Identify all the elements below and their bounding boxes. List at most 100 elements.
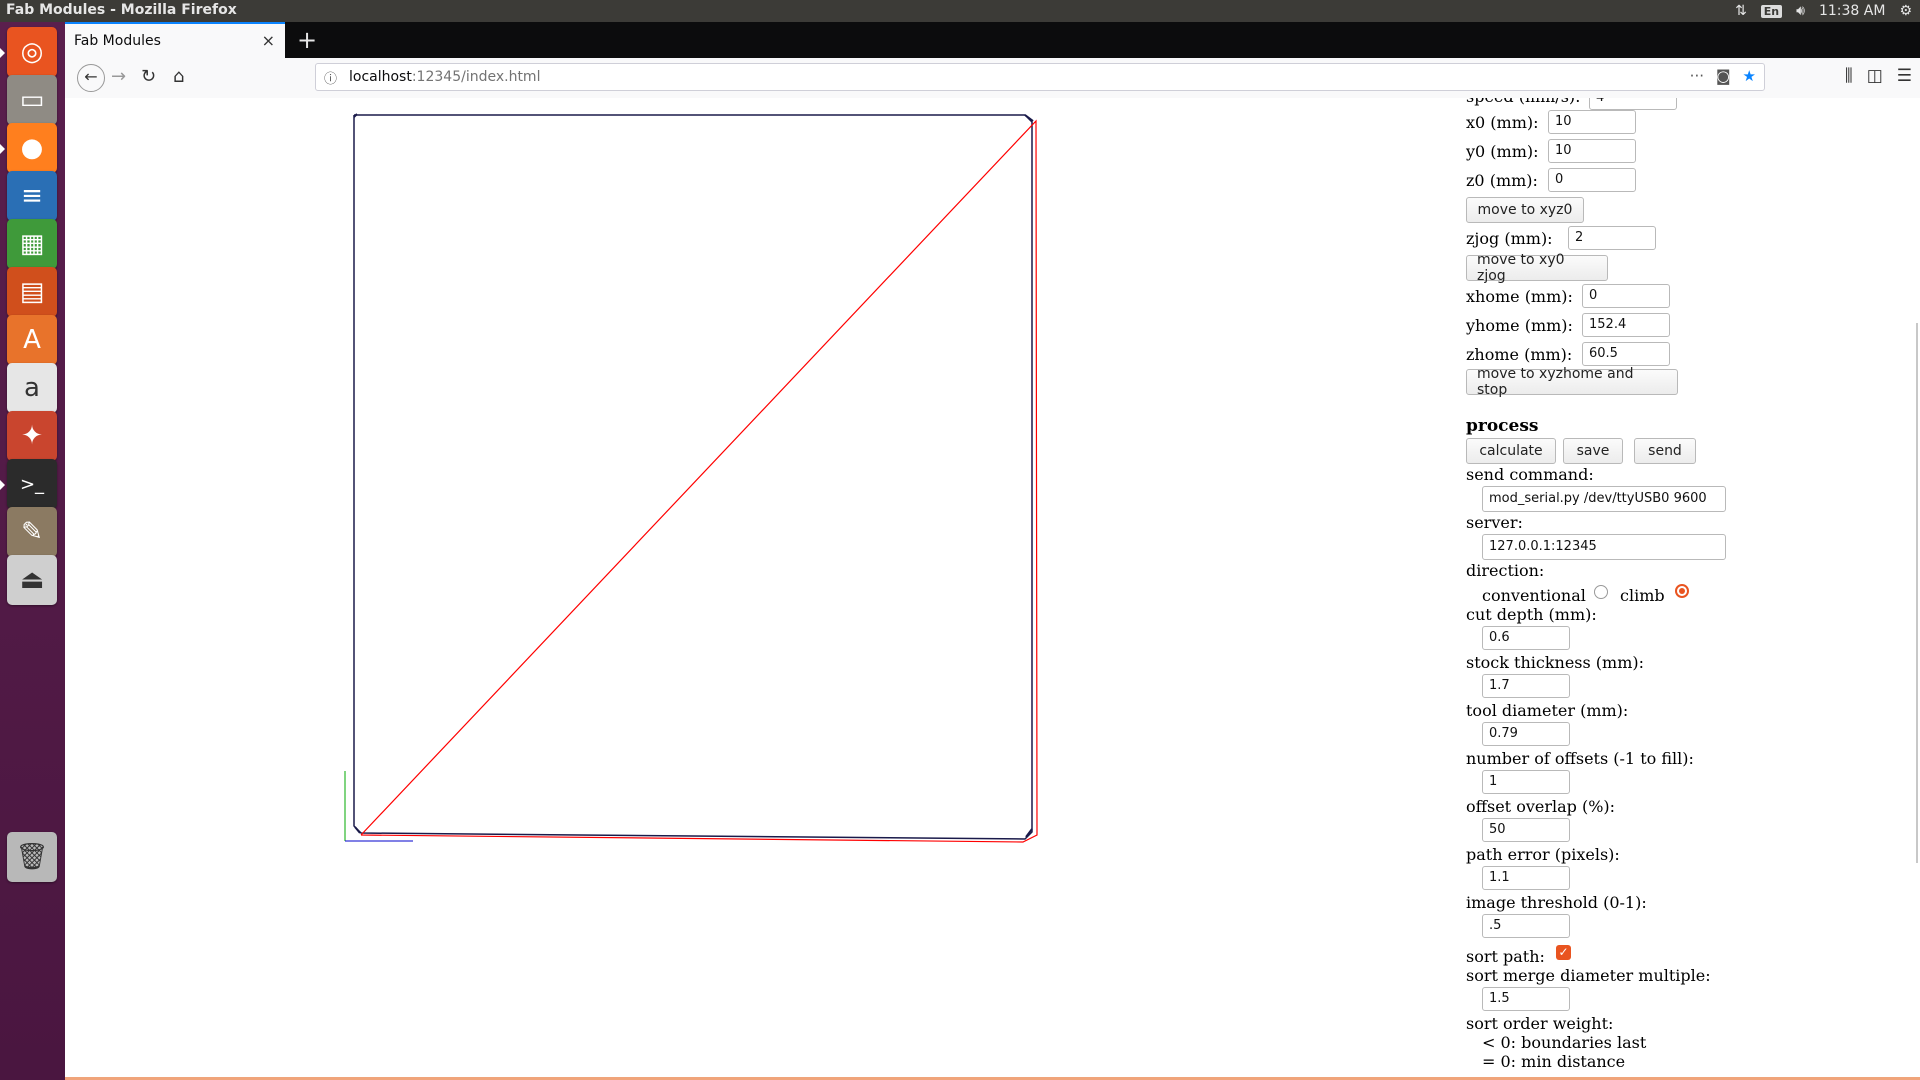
offset-overlap-label: offset overlap (%): xyxy=(1466,797,1616,816)
number-of-offsets-label: number of offsets (-1 to fill): xyxy=(1466,749,1694,768)
gear-icon[interactable]: ⚙ xyxy=(1899,3,1912,19)
move-to-xy0-zjog-button[interactable]: move to xy0 zjog xyxy=(1466,252,1608,284)
cut-depth-label: cut depth (mm): xyxy=(1466,605,1597,624)
page-actions-icon[interactable]: ··· xyxy=(1690,67,1704,85)
climb-label: climb xyxy=(1620,586,1665,605)
back-icon[interactable]: ← xyxy=(77,64,105,92)
page-scrollbar[interactable] xyxy=(1914,98,1920,1080)
direction-label: direction: xyxy=(1466,561,1545,580)
launcher-ubuntu-dash-icon[interactable]: ◎ xyxy=(7,27,57,77)
corner-marks xyxy=(353,113,1034,838)
send-command-input[interactable]: mod_serial.py /dev/ttyUSB0 9600 xyxy=(1482,486,1726,512)
bookmark-star-icon[interactable]: ★ xyxy=(1743,67,1756,85)
zhome-input[interactable]: 60.5 xyxy=(1582,342,1670,366)
sort-path-label: sort path: xyxy=(1466,947,1545,966)
save-button[interactable]: save xyxy=(1563,438,1623,464)
launcher-trash-icon[interactable]: 🗑 xyxy=(7,832,57,882)
yhome-input[interactable]: 152.4 xyxy=(1582,313,1670,337)
launcher-impress-icon[interactable]: ▤ xyxy=(7,267,57,317)
url-bar[interactable]: ⓘ localhost:12345/index.html ··· ◙ ★ xyxy=(315,63,1765,91)
cut-depth-input[interactable]: 0.6 xyxy=(1482,626,1570,650)
zjog-input[interactable]: 2 xyxy=(1568,226,1656,250)
cut-path xyxy=(360,119,1038,843)
sort-path-checkbox[interactable]: ✓ xyxy=(1556,945,1571,960)
settings-panel: speed (mm/s): 4 x0 (mm): 10 y0 (mm): 10 … xyxy=(1466,98,1886,1080)
launcher-terminal-icon[interactable]: >_ xyxy=(7,459,57,509)
z0-input[interactable]: 0 xyxy=(1548,168,1636,192)
volume-icon[interactable]: 🔊︎ xyxy=(1796,3,1805,19)
climb-radio[interactable] xyxy=(1675,584,1689,598)
x0-label: x0 (mm): xyxy=(1466,113,1539,132)
send-command-label: send command: xyxy=(1466,465,1594,484)
toolpath-canvas xyxy=(344,113,1038,843)
network-icon[interactable]: ⇅ xyxy=(1735,3,1747,19)
pocket-icon[interactable]: ◙ xyxy=(1716,67,1731,85)
image-threshold-label: image threshold (0-1): xyxy=(1466,893,1647,912)
library-icon[interactable]: ⫼ xyxy=(1845,66,1853,86)
launcher-writer-icon[interactable]: ≡ xyxy=(7,171,57,221)
scrollbar-thumb[interactable] xyxy=(1916,323,1918,863)
move-to-xyzhome-button[interactable]: move to xyzhome and stop xyxy=(1466,366,1678,398)
url-text: localhost:12345/index.html xyxy=(349,69,540,85)
page-content: speed (mm/s): 4 x0 (mm): 10 y0 (mm): 10 … xyxy=(65,98,1920,1080)
launcher-gimp-icon[interactable]: ✎ xyxy=(7,507,57,557)
tool-diameter-input[interactable]: 0.79 xyxy=(1482,722,1570,746)
calculate-button[interactable]: calculate xyxy=(1466,438,1556,464)
launcher-usb-drive-icon[interactable]: ⏏ xyxy=(7,555,57,605)
menu-icon[interactable]: ☰ xyxy=(1897,66,1912,86)
tool-diameter-label: tool diameter (mm): xyxy=(1466,701,1629,720)
tab-title: Fab Modules xyxy=(74,33,161,49)
number-of-offsets-input[interactable]: 1 xyxy=(1482,770,1570,794)
conventional-label: conventional xyxy=(1482,586,1586,605)
sort-merge-label: sort merge diameter multiple: xyxy=(1466,966,1711,985)
reload-icon[interactable]: ↻ xyxy=(141,66,156,87)
clock[interactable]: 11:38 AM xyxy=(1819,3,1885,19)
speed-input[interactable]: 4 xyxy=(1589,98,1677,110)
z0-label: z0 (mm): xyxy=(1466,171,1538,190)
sidebar-icon[interactable]: ◫ xyxy=(1867,66,1883,86)
yhome-label: yhome (mm): xyxy=(1466,316,1573,335)
zhome-label: zhome (mm): xyxy=(1466,345,1573,364)
sort-order-weight-note-1: < 0: boundaries last xyxy=(1482,1033,1647,1052)
y0-label: y0 (mm): xyxy=(1466,142,1539,161)
speed-label: speed (mm/s): xyxy=(1466,98,1581,106)
launcher-calc-icon[interactable]: ▦ xyxy=(7,219,57,269)
system-top-bar: Fab Modules - Mozilla Firefox ⇅ En 🔊︎ 11… xyxy=(0,0,1920,22)
keyboard-layout-indicator[interactable]: En xyxy=(1760,4,1783,18)
image-threshold-input[interactable]: .5 xyxy=(1482,914,1570,938)
sort-merge-input[interactable]: 1.5 xyxy=(1482,987,1570,1011)
xhome-label: xhome (mm): xyxy=(1466,287,1573,306)
x0-input[interactable]: 10 xyxy=(1548,110,1636,134)
launcher-settings-icon[interactable]: ✦ xyxy=(7,411,57,461)
forward-icon[interactable]: → xyxy=(111,66,126,87)
zjog-label: zjog (mm): xyxy=(1466,229,1553,248)
offset-overlap-input[interactable]: 50 xyxy=(1482,818,1570,842)
new-tab-icon[interactable]: + xyxy=(297,26,317,54)
launcher-firefox-icon[interactable]: ● xyxy=(7,123,57,173)
move-to-xyz0-button[interactable]: move to xyz0 xyxy=(1466,197,1584,223)
home-icon[interactable]: ⌂ xyxy=(173,66,184,87)
launcher: ◎ ▭ ● ≡ ▦ ▤ Aa ✦ >_ ✎ ⏏ 🗑 xyxy=(0,22,65,1080)
stock-thickness-input[interactable]: 1.7 xyxy=(1482,674,1570,698)
sort-order-weight-note-2: = 0: min distance xyxy=(1482,1052,1626,1071)
server-input[interactable]: 127.0.0.1:12345 xyxy=(1482,534,1726,560)
launcher-amazon-icon[interactable]: a xyxy=(7,363,57,413)
conventional-radio[interactable] xyxy=(1594,585,1608,599)
path-error-label: path error (pixels): xyxy=(1466,845,1620,864)
url-host: localhost xyxy=(349,69,412,85)
y0-input[interactable]: 10 xyxy=(1548,139,1636,163)
send-button[interactable]: send xyxy=(1634,438,1696,464)
tab-bar: Fab Modules × + xyxy=(65,22,1920,58)
path-error-input[interactable]: 1.1 xyxy=(1482,866,1570,890)
url-path: :12345/index.html xyxy=(411,69,541,85)
close-tab-icon[interactable]: × xyxy=(262,31,275,50)
running-indicator-files xyxy=(0,48,5,58)
launcher-software-icon[interactable]: A xyxy=(7,315,57,365)
xhome-input[interactable]: 0 xyxy=(1582,284,1670,308)
site-info-icon[interactable]: ⓘ xyxy=(324,68,337,87)
running-indicator-firefox xyxy=(0,144,5,154)
launcher-files-icon[interactable]: ▭ xyxy=(7,75,57,125)
process-heading: process xyxy=(1466,416,1539,436)
tab-fab-modules[interactable]: Fab Modules × xyxy=(65,22,285,58)
sort-order-weight-label: sort order weight: xyxy=(1466,1014,1614,1033)
